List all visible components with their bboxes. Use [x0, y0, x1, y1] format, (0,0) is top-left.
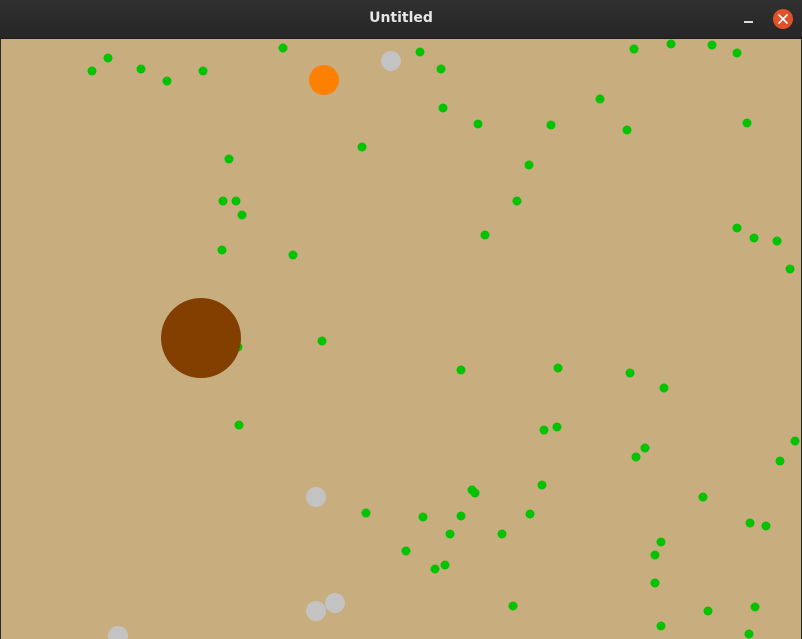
food-pellet: [415, 47, 425, 57]
window-title: Untitled: [369, 10, 433, 26]
food-pellet: [231, 196, 241, 206]
food-pellet: [732, 223, 742, 233]
food-pellet: [401, 546, 411, 556]
food-pellet: [456, 511, 466, 521]
food-pellet: [497, 529, 507, 539]
game-canvas[interactable]: [1, 39, 801, 639]
food-pellet: [785, 264, 795, 274]
player-creature: [309, 65, 339, 95]
food-pellet: [631, 452, 641, 462]
food-pellet: [546, 120, 556, 130]
rock-obstacle: [306, 487, 326, 507]
food-pellet: [742, 118, 752, 128]
minimize-icon: [744, 21, 753, 23]
food-pellet: [640, 443, 650, 453]
predator-creature: [161, 298, 241, 378]
food-pellet: [537, 480, 547, 490]
minimize-button[interactable]: [737, 9, 761, 29]
food-pellet: [103, 53, 113, 63]
food-pellet: [361, 508, 371, 518]
food-pellet: [707, 40, 717, 50]
food-pellet: [525, 509, 535, 519]
food-pellet: [278, 43, 288, 53]
food-pellet: [217, 245, 227, 255]
food-pellet: [508, 601, 518, 611]
food-pellet: [473, 119, 483, 129]
food-pellet: [87, 66, 97, 76]
food-pellet: [749, 233, 759, 243]
food-pellet: [539, 425, 549, 435]
title-bar[interactable]: Untitled: [0, 0, 802, 39]
food-pellet: [775, 456, 785, 466]
food-pellet: [629, 44, 639, 54]
food-pellet: [524, 160, 534, 170]
food-pellet: [357, 142, 367, 152]
food-pellet: [595, 94, 605, 104]
food-pellet: [698, 492, 708, 502]
food-pellet: [552, 422, 562, 432]
food-pellet: [622, 125, 632, 135]
game-background: [1, 39, 801, 639]
food-pellet: [317, 336, 327, 346]
food-pellet: [198, 66, 208, 76]
food-pellet: [659, 383, 669, 393]
food-pellet: [234, 420, 244, 430]
rock-obstacle: [381, 51, 401, 71]
app-window: Untitled: [0, 0, 802, 639]
food-pellet: [218, 196, 228, 206]
food-pellet: [418, 512, 428, 522]
food-pellet: [732, 48, 742, 58]
food-pellet: [666, 39, 676, 49]
food-pellet: [656, 537, 666, 547]
food-pellet: [430, 564, 440, 574]
food-pellet: [625, 368, 635, 378]
close-button[interactable]: [773, 9, 793, 29]
food-pellet: [436, 64, 446, 74]
food-pellet: [745, 518, 755, 528]
food-pellet: [136, 64, 146, 74]
food-pellet: [470, 488, 480, 498]
food-pellet: [750, 602, 760, 612]
food-pellet: [237, 210, 247, 220]
food-pellet: [288, 250, 298, 260]
food-pellet: [553, 363, 563, 373]
food-pellet: [656, 621, 666, 631]
food-pellet: [761, 521, 771, 531]
food-pellet: [162, 76, 172, 86]
rock-obstacle: [306, 601, 326, 621]
food-pellet: [703, 606, 713, 616]
close-icon: [778, 14, 788, 24]
rock-obstacle: [325, 593, 345, 613]
food-pellet: [224, 154, 234, 164]
food-pellet: [512, 196, 522, 206]
food-pellet: [790, 436, 800, 446]
food-pellet: [650, 578, 660, 588]
food-pellet: [440, 560, 450, 570]
food-pellet: [744, 629, 754, 639]
food-pellet: [445, 529, 455, 539]
food-pellet: [772, 236, 782, 246]
game-scene[interactable]: [1, 39, 801, 639]
food-pellet: [438, 103, 448, 113]
food-pellet: [456, 365, 466, 375]
food-pellet: [650, 550, 660, 560]
food-pellet: [480, 230, 490, 240]
